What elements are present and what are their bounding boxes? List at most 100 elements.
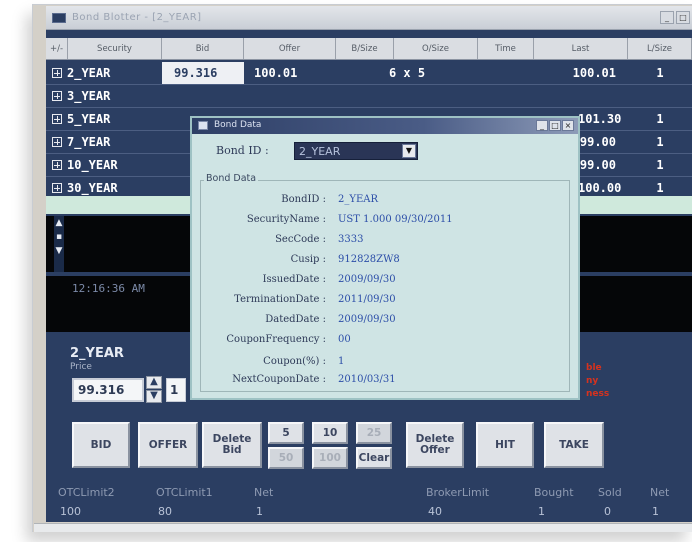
price-down-button[interactable]: ▼ <box>146 390 162 403</box>
row-bid[interactable]: 99.316 <box>162 62 244 84</box>
col-header-lsize[interactable]: L/Size <box>628 38 692 59</box>
row-last: 101.30 <box>578 112 622 126</box>
col-header-bid[interactable]: Bid <box>162 38 244 59</box>
field-row: SecurityName : UST 1.000 09/30/2011 <box>202 214 572 230</box>
size-100-button[interactable]: 100 <box>312 447 348 469</box>
row-security: 5_YEAR <box>67 112 111 126</box>
field-row: TerminationDate : 2011/09/30 <box>202 294 572 310</box>
delete-bid-button[interactable]: Delete Bid <box>202 422 262 468</box>
table-row[interactable]: 3_YEAR <box>46 85 692 107</box>
stat-value-bought: 1 <box>538 505 545 518</box>
field-value: 3333 <box>338 234 364 245</box>
row-size: 6 x 5 <box>388 66 426 80</box>
minimize-button[interactable]: _ <box>660 11 674 24</box>
scroll-up-icon[interactable]: ▲ <box>54 216 64 230</box>
collapse-icon[interactable] <box>52 183 62 193</box>
stat-value-otclimit2: 100 <box>60 505 81 518</box>
field-row: NextCouponDate : 2010/03/31 <box>202 374 572 390</box>
col-header-last[interactable]: Last <box>534 38 628 59</box>
field-value: 2009/09/30 <box>338 274 396 285</box>
field-row: IssuedDate : 2009/09/30 <box>202 274 572 290</box>
stat-value-sold: 0 <box>604 505 611 518</box>
col-header-offer[interactable]: Offer <box>244 38 336 59</box>
delete-offer-button[interactable]: Delete Offer <box>406 422 464 468</box>
app-window: Bond Blotter - [2_YEAR] _ □ +/- Security… <box>46 6 692 522</box>
field-value: UST 1.000 09/30/2011 <box>338 214 453 225</box>
size-50-button[interactable]: 50 <box>268 447 304 469</box>
row-last: 99.00 <box>579 158 616 172</box>
scroll-down-icon[interactable]: ▼ <box>54 244 64 258</box>
row-lsize: 1 <box>656 66 664 80</box>
bottom-edge-strip <box>34 523 692 532</box>
field-label: BondID : <box>281 194 326 205</box>
row-offer[interactable]: 100.01 <box>244 62 336 84</box>
order-security-name: 2_YEAR <box>70 346 124 361</box>
maximize-button[interactable]: □ <box>676 11 690 24</box>
ticker-time: 12:16:36 AM <box>72 282 145 295</box>
dialog-maximize-button[interactable]: □ <box>549 120 561 131</box>
field-label: CouponFrequency : <box>226 334 326 345</box>
hit-button[interactable]: HIT <box>476 422 534 468</box>
expand-icon[interactable] <box>52 114 62 124</box>
table-row[interactable]: 2_YEAR 99.316 100.01 6 x 5 100.01 1 <box>46 62 692 84</box>
scroll-handle-icon[interactable]: ▪ <box>54 230 64 244</box>
dialog-titlebar[interactable]: Bond Data _ □ × <box>192 118 578 134</box>
stat-label-net2: Net <box>650 486 670 499</box>
row-security: 10_YEAR <box>67 158 118 172</box>
bond-id-select[interactable]: 2_YEAR ▼ <box>294 142 418 160</box>
row-last: 100.01 <box>572 66 616 80</box>
stat-value-net: 1 <box>256 505 263 518</box>
stat-value-brokerlimit: 40 <box>428 505 442 518</box>
stat-label-bought: Bought <box>534 486 574 499</box>
col-header-osize[interactable]: O/Size <box>394 38 478 59</box>
window-titlebar[interactable]: Bond Blotter - [2_YEAR] _ □ <box>46 6 692 30</box>
price-up-button[interactable]: ▲ <box>146 376 162 389</box>
dialog-close-button[interactable]: × <box>562 120 574 131</box>
quantity-input[interactable]: 1 <box>166 378 186 402</box>
window-title: Bond Blotter - [2_YEAR] <box>72 12 202 23</box>
chevron-down-icon[interactable]: ▼ <box>402 144 416 158</box>
size-5-button[interactable]: 5 <box>268 422 304 444</box>
field-value: 00 <box>338 334 351 345</box>
dialog-minimize-button[interactable]: _ <box>536 120 548 131</box>
panel-scroller[interactable]: ▲ ▪ ▼ <box>54 216 64 272</box>
field-value: 1 <box>338 356 345 367</box>
col-header-toggle[interactable]: +/- <box>46 38 68 59</box>
size-10-button[interactable]: 10 <box>312 422 348 444</box>
stat-label-brokerlimit: BrokerLimit <box>426 486 490 499</box>
row-lsize: 1 <box>656 112 664 126</box>
red-note: ble <box>586 363 602 373</box>
field-value: 2011/09/30 <box>338 294 396 305</box>
clear-button[interactable]: Clear <box>356 447 392 469</box>
price-label: Price <box>70 362 92 372</box>
col-header-time[interactable]: Time <box>478 38 534 59</box>
field-row: Coupon(%) : 1 <box>202 356 572 372</box>
row-security: 30_YEAR <box>67 181 118 195</box>
expand-icon[interactable] <box>52 91 62 101</box>
expand-icon[interactable] <box>52 68 62 78</box>
stat-label-net: Net <box>254 486 274 499</box>
field-label: DatedDate : <box>265 314 326 325</box>
field-value: 2009/09/30 <box>338 314 396 325</box>
price-input[interactable]: 99.316 <box>72 378 144 402</box>
stat-label-sold: Sold <box>598 486 622 499</box>
stat-label-otclimit1: OTCLimit1 <box>156 486 213 499</box>
take-button[interactable]: TAKE <box>544 422 604 468</box>
col-header-bsize[interactable]: B/Size <box>336 38 394 59</box>
field-row: BondID : 2_YEAR <box>202 194 572 210</box>
expand-icon[interactable] <box>52 160 62 170</box>
bond-data-dialog: Bond Data _ □ × Bond ID : 2_YEAR ▼ Bond … <box>190 116 580 400</box>
bond-data-group-label: Bond Data <box>204 173 259 184</box>
size-25-button[interactable]: 25 <box>356 422 392 444</box>
field-label: SecurityName : <box>246 214 326 225</box>
bid-button[interactable]: BID <box>72 422 130 468</box>
dialog-app-icon <box>198 121 208 130</box>
field-label: SecCode : <box>275 234 326 245</box>
field-value: 912828ZW8 <box>338 254 400 265</box>
col-header-security[interactable]: Security <box>68 38 162 59</box>
offer-button[interactable]: OFFER <box>138 422 198 468</box>
row-lsize: 1 <box>656 135 664 149</box>
field-row: Cusip : 912828ZW8 <box>202 254 572 270</box>
field-row: CouponFrequency : 00 <box>202 334 572 350</box>
expand-icon[interactable] <box>52 137 62 147</box>
